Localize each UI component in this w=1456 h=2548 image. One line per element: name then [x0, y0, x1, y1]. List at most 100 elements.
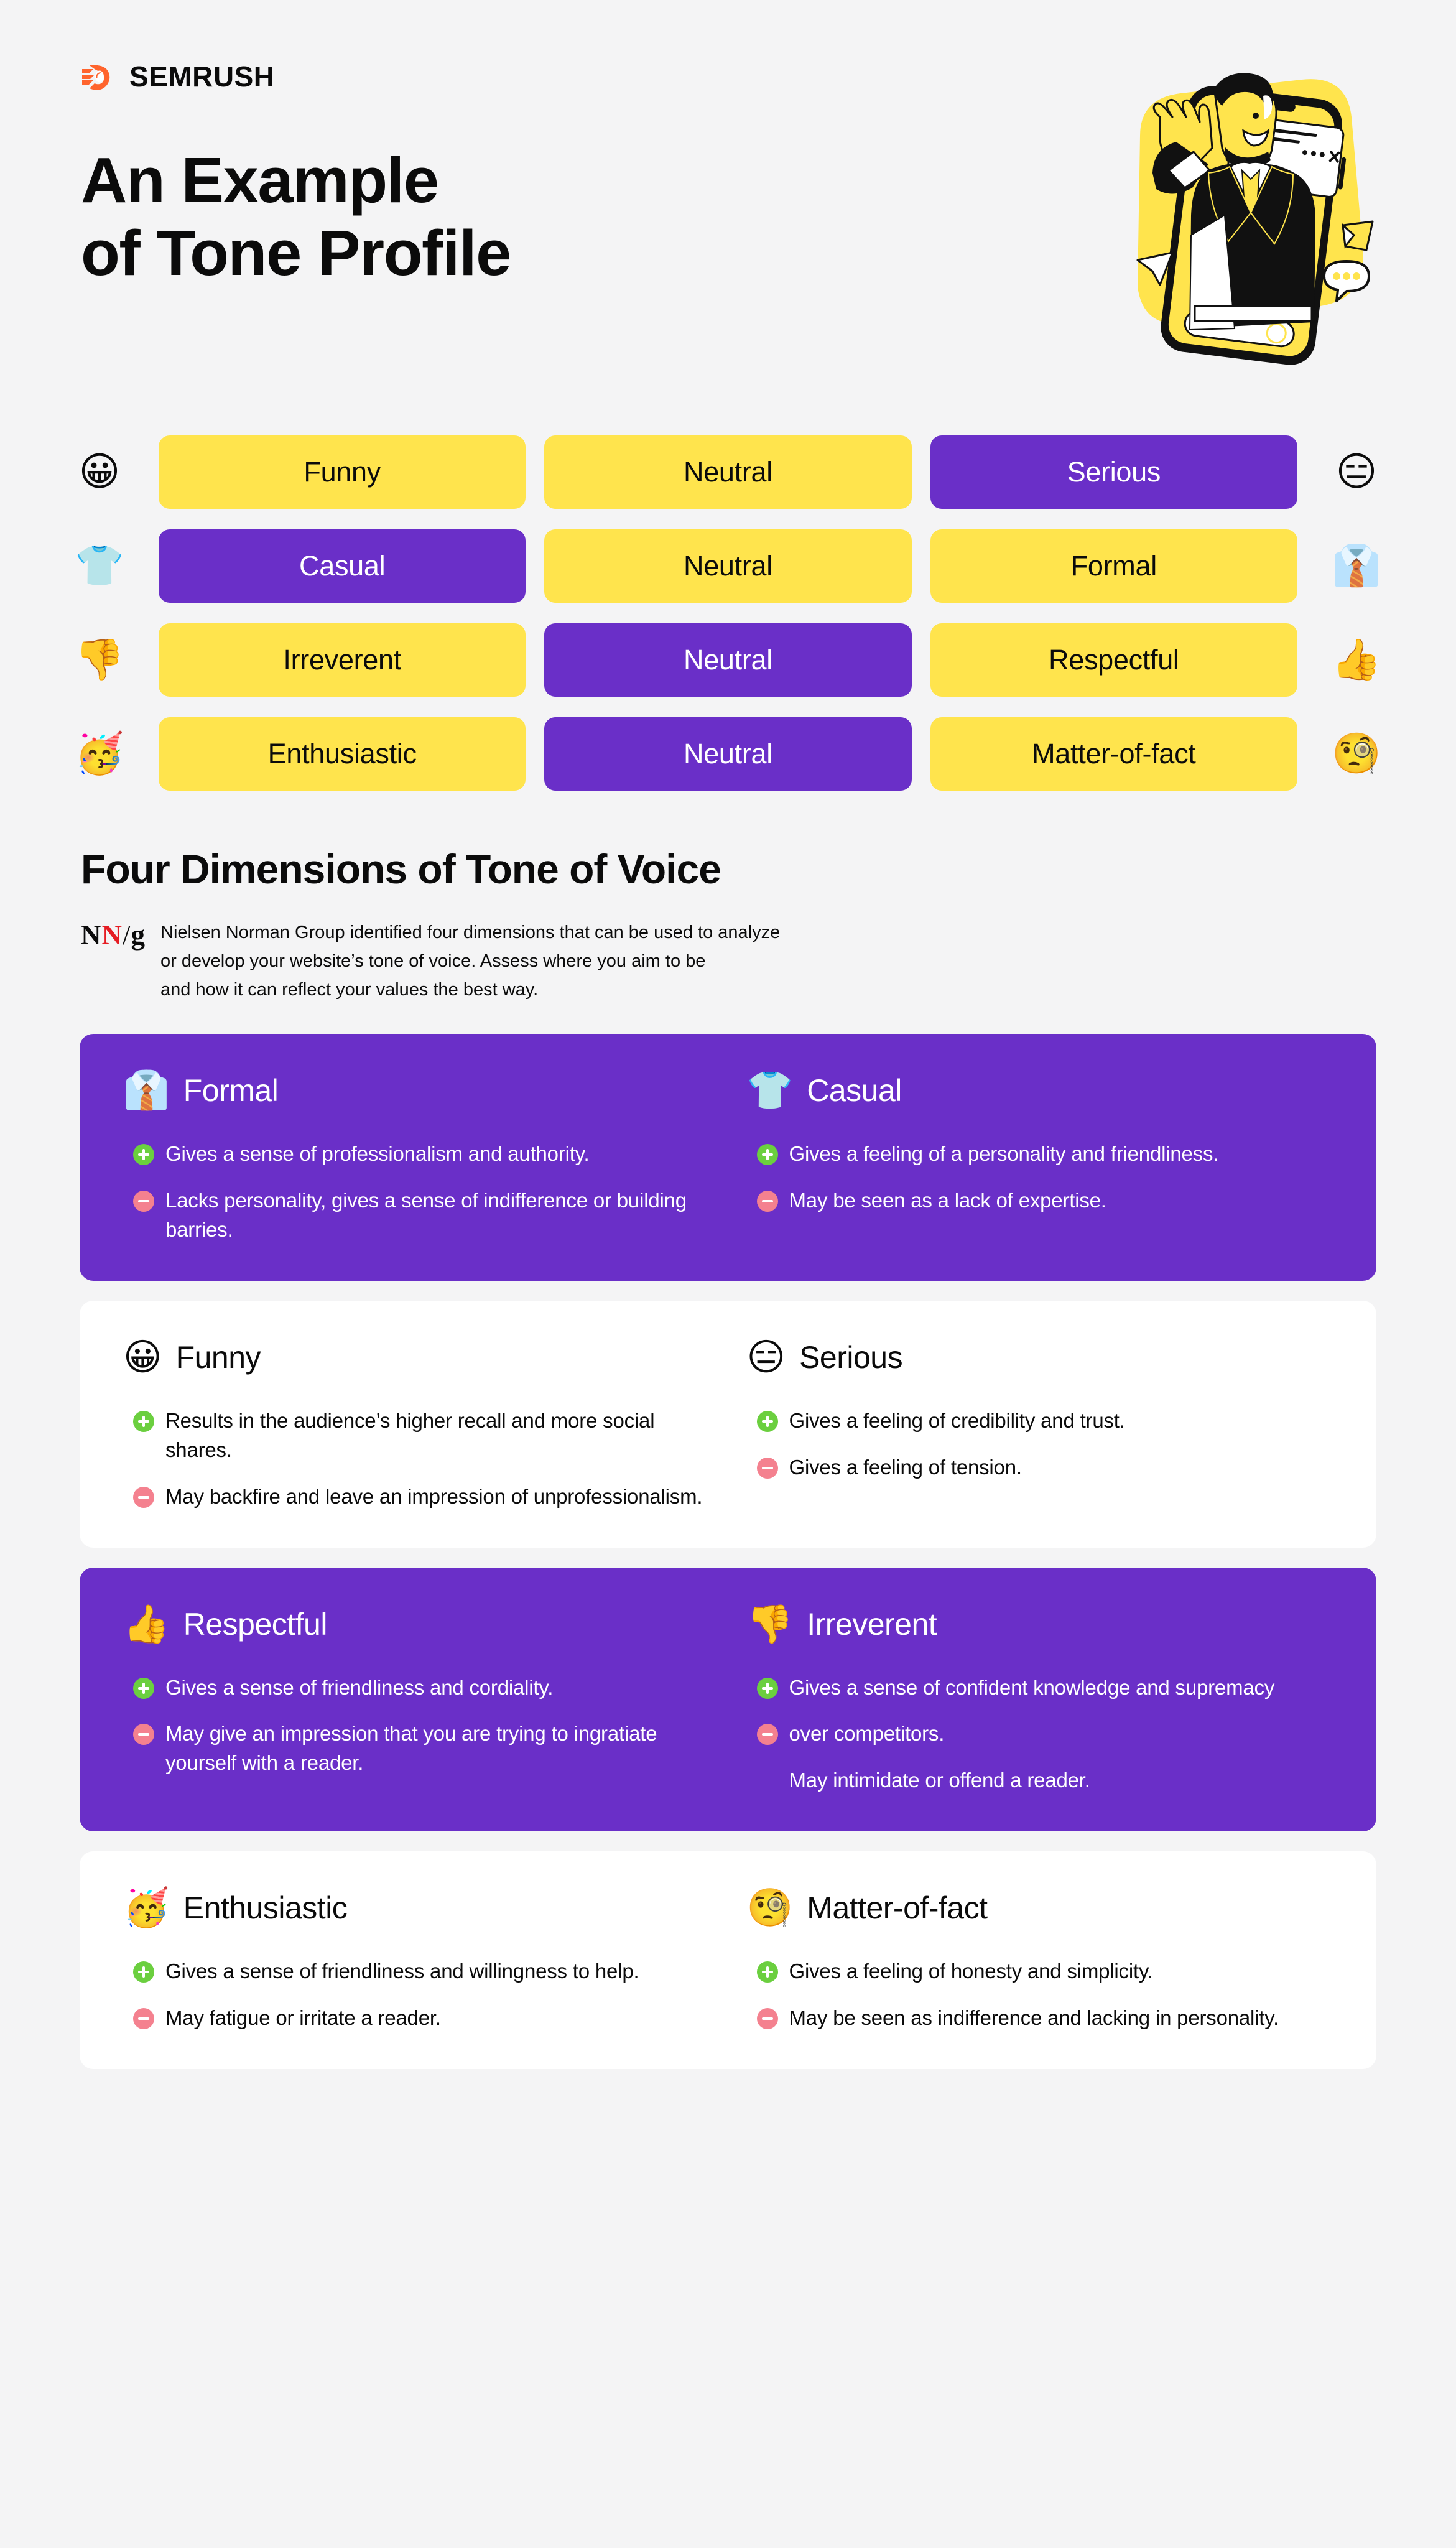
dimension-column: 👔 Formal Gives a sense of professionalism …: [123, 1066, 710, 1245]
dimension-title: Serious: [799, 1340, 903, 1375]
plus-icon: [756, 1144, 778, 1166]
thumbs-down-emoji: 👎: [746, 1602, 794, 1646]
dimension-column: 😑 Serious Gives a feeling of credibility a…: [747, 1333, 1333, 1512]
nng-paragraph: Nielsen Norman Group identified four dim…: [160, 919, 780, 1004]
dimension-bullet: over competitors.: [756, 1719, 1333, 1749]
dimension-column: 👕 Casual Gives a feeling of a personality …: [747, 1066, 1333, 1245]
dimension-bullet: May be seen as a lack of expertise.: [756, 1186, 1333, 1216]
dimension-column: 😀 Funny Results in the audience’s higher r…: [123, 1333, 710, 1512]
dimension-heading: 🧐 Matter-of-fact: [747, 1884, 1333, 1932]
dimension-bullet-text: Gives a sense of confident knowledge and…: [789, 1675, 1275, 1699]
dimension-bullet: May be seen as indifference and lacking …: [756, 2004, 1333, 2033]
minus-icon: [133, 2008, 154, 2030]
dimension-title: Formal: [183, 1073, 279, 1109]
dimension-heading: 😀 Funny: [123, 1333, 710, 1382]
dimension-bullet: Lacks personality, gives a sense of indi…: [133, 1186, 710, 1245]
tone-matrix-cell-matter-of-fact[interactable]: Matter-of-fact: [930, 717, 1297, 791]
dimension-title: Casual: [807, 1073, 902, 1109]
dimension-bullet: Gives a feeling of a personality and fri…: [756, 1140, 1333, 1169]
plus-icon: [133, 1144, 154, 1166]
dimension-column: 🥳 Enthusiastic Gives a sense of friendline…: [123, 1884, 710, 2033]
tone-matrix-cell-neutral[interactable]: Neutral: [544, 435, 912, 509]
dimension-bullet: Gives a sense of professionalism and aut…: [133, 1140, 710, 1169]
tone-matrix-cell-neutral[interactable]: Neutral: [544, 717, 912, 791]
grinning-face-emoji: 😀: [78, 449, 121, 495]
tone-matrix-row: 🥳 Enthusiastic Neutral Matter-of-fact 🧐: [59, 717, 1397, 791]
dimension-bullet-list: Gives a feeling of a personality and fri…: [747, 1140, 1333, 1216]
plus-icon: [756, 1411, 778, 1433]
tone-matrix-row: 👎 Irreverent Neutral Respectful 👍: [59, 623, 1397, 697]
minus-icon: [756, 2008, 778, 2030]
tone-matrix-cell-enthusiastic[interactable]: Enthusiastic: [159, 717, 526, 791]
dimension-bullet-text: over competitors.: [789, 1722, 945, 1746]
necktie-emoji: 👔: [123, 1069, 170, 1113]
tone-profile-matrix: 😀 Funny Neutral Serious 😑 👕 Casual Neutral Forma…: [0, 435, 1456, 791]
tone-matrix-cell-neutral[interactable]: Neutral: [544, 529, 912, 603]
plus-icon: [133, 1961, 154, 1983]
dimension-heading: 👔 Formal: [123, 1066, 710, 1115]
monocle-face-emoji: 🧐: [746, 1886, 794, 1930]
plus-icon: [133, 1677, 154, 1699]
dimension-heading: 👎 Irreverent: [747, 1600, 1333, 1648]
page-title-line-1: An Example: [81, 144, 439, 216]
spacer-icon: [757, 1770, 778, 1792]
man-waving-from-phone-illustration: [1115, 55, 1383, 372]
dimension-title: Respectful: [183, 1606, 328, 1642]
dimension-bullet: Gives a sense of confident knowledge and…: [756, 1673, 1333, 1703]
expressionless-face-emoji: 😑: [1335, 449, 1378, 495]
nng-logo-n1: N: [81, 919, 102, 951]
dimension-bullet: May fatigue or irritate a reader.: [133, 2004, 710, 2033]
plus-icon: [756, 1961, 778, 1983]
dimension-card: 🥳 Enthusiastic Gives a sense of friendline…: [80, 1851, 1376, 2069]
dimension-title: Funny: [175, 1340, 261, 1375]
tone-matrix-cell-irreverent[interactable]: Irreverent: [159, 623, 526, 697]
thumbs-up-emoji: 👍: [123, 1602, 170, 1646]
dimension-cards: 👔 Formal Gives a sense of professionalism …: [0, 1004, 1456, 2069]
nng-logo-g: g: [131, 919, 146, 951]
dimension-bullet-text: Gives a feeling of credibility and trust…: [789, 1409, 1125, 1433]
tone-matrix-cell-serious[interactable]: Serious: [930, 435, 1297, 509]
dimension-bullet: Gives a sense of friendliness and cordia…: [133, 1673, 710, 1703]
dimension-bullet-text: Gives a sense of professionalism and aut…: [165, 1142, 590, 1166]
thumbs-up-emoji: 👍: [1332, 637, 1381, 683]
page-title-line-2: of Tone Profile: [81, 217, 511, 289]
minus-icon: [756, 1457, 778, 1479]
dimension-heading: 😑 Serious: [747, 1333, 1333, 1382]
nng-paragraph-line: and how it can reflect your values the b…: [160, 979, 539, 1000]
dimension-bullet-text: May be seen as a lack of expertise.: [789, 1189, 1106, 1212]
dimension-card: 😀 Funny Results in the audience’s higher r…: [80, 1301, 1376, 1548]
nng-logo-slash: /: [123, 919, 131, 951]
dimension-bullet: Results in the audience’s higher recall …: [133, 1407, 710, 1465]
dimension-column: 🧐 Matter-of-fact Gives a feeling of honest…: [747, 1884, 1333, 2033]
page-title: An Example of Tone Profile: [81, 144, 889, 290]
dimension-bullet-text: Gives a feeling of honesty and simplicit…: [789, 1960, 1153, 1983]
plus-icon: [133, 1411, 154, 1433]
partying-face-emoji: 🥳: [75, 731, 124, 777]
dimension-bullet-list: Gives a sense of friendliness and cordia…: [123, 1673, 710, 1778]
dimension-bullet-text: Lacks personality, gives a sense of indi…: [165, 1189, 687, 1242]
tone-matrix-cell-casual[interactable]: Casual: [159, 529, 526, 603]
dimension-bullet-list: Gives a sense of confident knowledge and…: [747, 1673, 1333, 1796]
dimension-column: 👎 Irreverent Gives a sense of confident kn…: [747, 1600, 1333, 1796]
tone-matrix-cell-neutral[interactable]: Neutral: [544, 623, 912, 697]
minus-icon: [133, 1724, 154, 1746]
dimension-title: Enthusiastic: [183, 1890, 348, 1926]
tone-matrix-cell-funny[interactable]: Funny: [159, 435, 526, 509]
dimension-title: Irreverent: [807, 1606, 937, 1642]
dimension-title: Matter-of-fact: [807, 1890, 988, 1926]
dimension-bullet-text: Gives a sense of friendliness and willin…: [165, 1960, 639, 1983]
t-shirt-emoji: 👕: [75, 543, 124, 589]
dimension-bullet: Gives a feeling of tension.: [756, 1453, 1333, 1482]
tone-matrix-cell-respectful[interactable]: Respectful: [930, 623, 1297, 697]
tone-matrix-row: 👕 Casual Neutral Formal 👔: [59, 529, 1397, 603]
dimension-bullet-text: May be seen as indifference and lacking …: [789, 2006, 1279, 2030]
nng-paragraph-line: Nielsen Norman Group identified four dim…: [160, 923, 781, 942]
tone-matrix-cell-formal[interactable]: Formal: [930, 529, 1297, 603]
monocle-face-emoji: 🧐: [1332, 731, 1381, 777]
dimension-bullet-text: Results in the audience’s higher recall …: [165, 1409, 655, 1461]
dimension-bullet-list: Results in the audience’s higher recall …: [123, 1407, 710, 1512]
dimension-bullet-text: Gives a feeling of tension.: [789, 1455, 1022, 1479]
section-title: Four Dimensions of Tone of Voice: [81, 846, 721, 892]
minus-icon: [133, 1486, 154, 1508]
dimension-bullet-text: Gives a sense of friendliness and cordia…: [165, 1675, 554, 1699]
